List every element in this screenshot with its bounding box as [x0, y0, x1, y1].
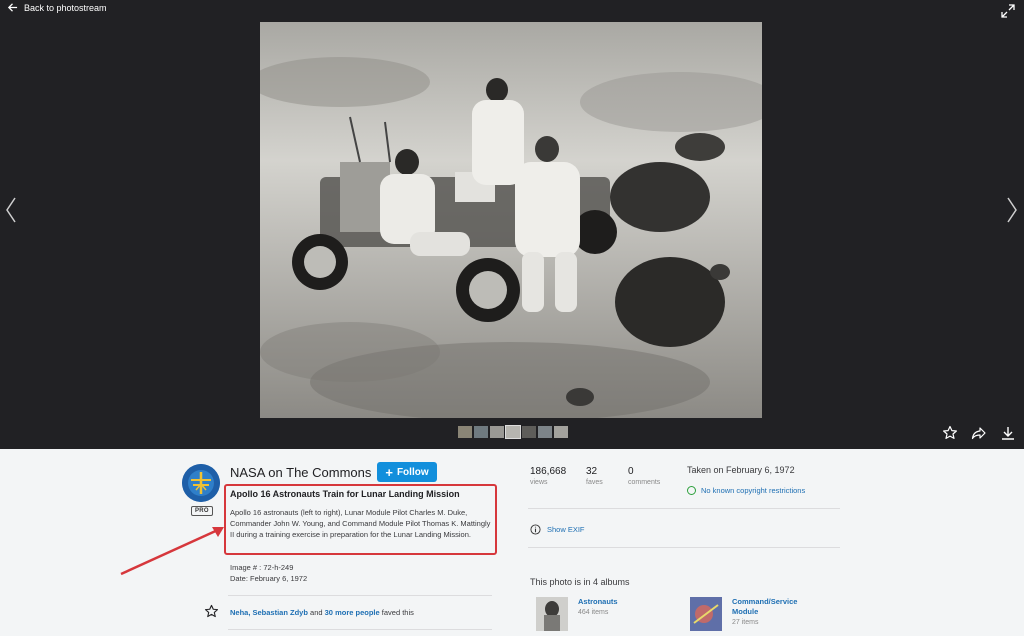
photo-info-panel: PRO NASA on The Commons + Follow Apollo … — [0, 449, 1024, 636]
faves-count: 32 — [586, 466, 598, 477]
views-count: 186,668 — [530, 466, 567, 477]
chevron-right-icon[interactable] — [1005, 196, 1019, 224]
photo-date: Date: February 6, 1972 — [230, 574, 308, 583]
photo-viewer: Back to photostream — [0, 0, 1024, 449]
album-item-command-service-module[interactable]: Command/Service Module 27 items — [690, 597, 812, 631]
filmstrip-thumbnail[interactable] — [554, 426, 568, 438]
star-icon[interactable] — [942, 425, 958, 441]
album-count: 27 items — [732, 619, 759, 626]
faved-by-names-link[interactable]: Neha, Sebastian Zdyb — [230, 608, 308, 617]
astronaut-photo-image — [260, 22, 762, 418]
copyright-label: No known copyright restrictions — [701, 486, 806, 495]
follow-button-label: Follow — [396, 466, 429, 478]
filmstrip-thumbnail[interactable] — [474, 426, 488, 438]
faves-label: faves — [586, 479, 603, 486]
divider — [228, 595, 492, 596]
divider — [228, 629, 492, 630]
photo-description: Apollo 16 astronauts (left to right), Lu… — [230, 508, 491, 539]
follow-button[interactable]: + Follow — [377, 462, 437, 482]
comments-label: comments — [628, 479, 661, 486]
faved-by-more-link[interactable]: 30 more people — [325, 608, 380, 617]
albums-heading: This photo is in 4 albums — [530, 577, 630, 587]
pro-badge: PRO — [191, 506, 213, 516]
show-exif-label: Show EXIF — [547, 525, 585, 534]
info-icon — [530, 524, 541, 535]
owner-name-link[interactable]: NASA on The Commons — [230, 465, 371, 480]
album-cover-image — [536, 597, 568, 631]
plus-icon: + — [385, 464, 393, 480]
filmstrip-thumbnail[interactable] — [538, 426, 552, 438]
back-link-label: Back to photostream — [24, 2, 107, 13]
star-icon[interactable] — [204, 604, 219, 619]
album-title: Command/Service Module — [732, 597, 798, 616]
owner-avatar[interactable] — [182, 464, 220, 502]
image-number: Image # : 72-h-249 — [230, 563, 294, 572]
filmstrip-thumbnail-current[interactable] — [505, 425, 521, 439]
filmstrip-thumbnail[interactable] — [522, 426, 536, 438]
faves-stat[interactable]: 32 faves — [586, 466, 603, 486]
views-label: views — [530, 479, 548, 486]
viewer-actions — [942, 425, 1016, 441]
views-stat: 186,668 views — [530, 466, 566, 486]
comments-count: 0 — [628, 466, 634, 477]
expand-icon[interactable] — [1001, 4, 1015, 18]
faved-by-suffix: faved this — [381, 608, 414, 617]
album-item-astronauts[interactable]: Astronauts 464 items — [536, 597, 618, 631]
filmstrip-thumbnail[interactable] — [458, 426, 472, 438]
filmstrip-thumbnail[interactable] — [490, 426, 504, 438]
album-cover-image — [690, 597, 722, 631]
copyright-status-icon — [687, 486, 696, 495]
nasa-logo-icon — [182, 464, 220, 502]
main-photo[interactable] — [260, 22, 762, 418]
share-icon[interactable] — [971, 425, 987, 441]
photo-title: Apollo 16 Astronauts Train for Lunar Lan… — [230, 489, 460, 499]
download-icon[interactable] — [1000, 425, 1016, 441]
back-to-photostream-link[interactable]: Back to photostream — [7, 2, 107, 13]
copyright-link[interactable]: No known copyright restrictions — [687, 486, 805, 495]
comments-stat[interactable]: 0 comments — [628, 466, 660, 486]
divider — [528, 508, 840, 509]
album-count: 464 items — [578, 609, 609, 616]
chevron-left-icon[interactable] — [4, 196, 18, 224]
filmstrip — [458, 425, 568, 439]
faved-by-connector: and — [310, 608, 323, 617]
album-title: Astronauts — [578, 597, 618, 606]
divider — [528, 547, 840, 548]
faved-by-line: Neha, Sebastian Zdyb and 30 more people … — [230, 608, 414, 617]
back-arrow-icon — [7, 3, 18, 12]
taken-on-date: Taken on February 6, 1972 — [687, 465, 795, 475]
show-exif-link[interactable]: Show EXIF — [530, 524, 585, 535]
